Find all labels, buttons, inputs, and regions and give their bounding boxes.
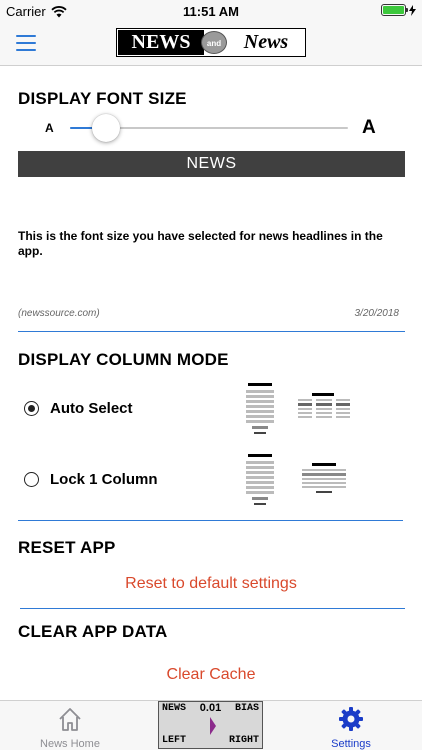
tab-news-home-label: News Home [40, 738, 100, 750]
radio-auto-select[interactable]: Auto Select [24, 400, 133, 417]
radio-lock-1-column[interactable]: Lock 1 Column [24, 471, 158, 488]
logo-and-badge: and [201, 31, 227, 54]
hamburger-menu-icon[interactable] [16, 35, 36, 51]
reset-settings-button[interactable]: Reset to default settings [0, 575, 422, 593]
gear-icon [339, 707, 363, 731]
column-mode-title: DISPLAY COLUMN MODE [18, 350, 229, 369]
radio-label-auto-select: Auto Select [50, 400, 133, 417]
preview-headline-text: This is the font size you have selected … [18, 229, 383, 258]
radio-button-selected[interactable] [24, 401, 39, 416]
navigation-bar: NEWS and News [0, 22, 422, 66]
status-bar: Carrier 11:51 AM [0, 0, 422, 22]
font-size-title: DISPLAY FONT SIZE [18, 89, 187, 108]
logo-left-text: NEWS [118, 30, 204, 55]
status-right [381, 4, 416, 16]
bias-left-label: LEFT [162, 735, 187, 746]
bias-right-label: RIGHT [228, 735, 259, 746]
divider [18, 331, 405, 332]
divider [20, 608, 405, 609]
radio-button-unselected[interactable] [24, 472, 39, 487]
clear-app-data-title: CLEAR APP DATA [18, 622, 168, 641]
bias-value: 0.01 [199, 702, 222, 714]
preview-headline-bar: NEWS [18, 151, 405, 177]
charging-bolt-icon [409, 4, 416, 16]
home-icon [59, 708, 81, 731]
font-size-slider-thumb[interactable] [92, 114, 121, 142]
slider-min-label: A [45, 121, 54, 135]
single-column-layout-icon [246, 383, 274, 434]
reset-app-title: RESET APP [18, 538, 116, 557]
single-column-layout-icon-alt [246, 454, 274, 505]
single-column-wide-layout-icon [302, 463, 346, 493]
slider-max-label: A [362, 117, 376, 138]
clear-cache-button[interactable]: Clear Cache [0, 666, 422, 684]
bias-bottom-row: LEFT RIGHT [159, 734, 262, 748]
divider [18, 520, 403, 521]
tab-news-home[interactable]: News Home [30, 701, 110, 750]
bias-meter-widget[interactable]: NEWS BIAS 0.01 LEFT RIGHT [158, 701, 263, 749]
battery-level [383, 6, 404, 14]
tab-settings-label: Settings [331, 738, 371, 750]
preview-source: (newssource.com) [18, 308, 100, 319]
status-time: 11:51 AM [183, 4, 239, 19]
radio-label-lock-1-column: Lock 1 Column [50, 471, 158, 488]
app-logo: NEWS and News [116, 28, 306, 57]
bias-pointer-icon [210, 717, 216, 735]
tab-settings[interactable]: Settings [316, 701, 386, 750]
multi-column-layout-icon [298, 393, 350, 418]
logo-right-text: News [243, 31, 289, 53]
battery-icon [381, 4, 408, 16]
preview-date: 3/20/2018 [354, 308, 400, 319]
